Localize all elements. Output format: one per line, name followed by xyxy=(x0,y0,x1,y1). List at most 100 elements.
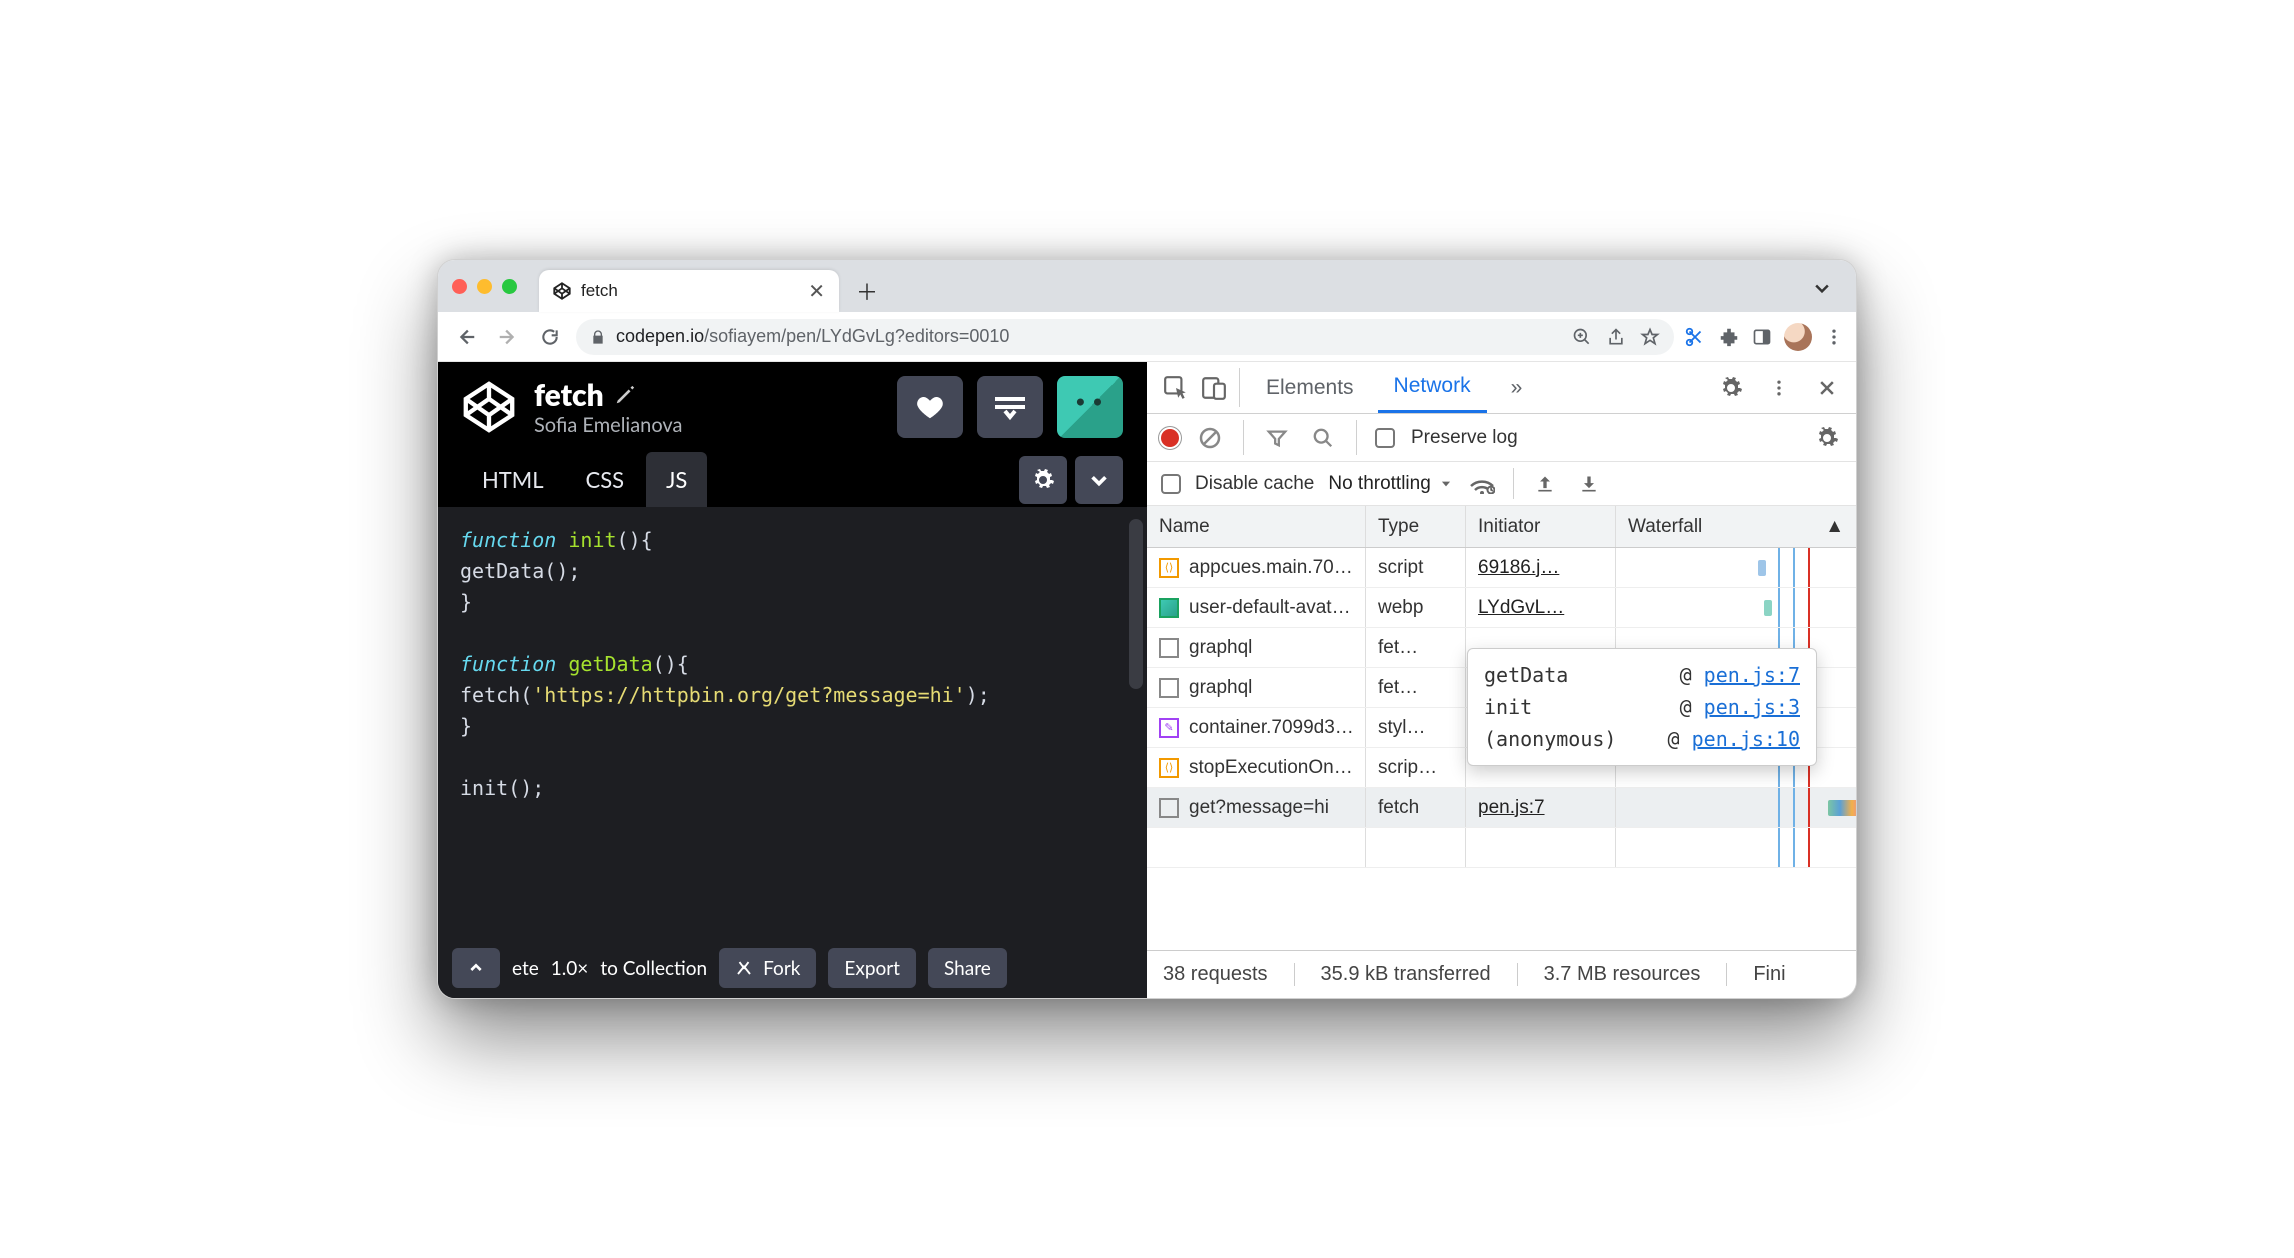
close-tab-icon[interactable]: ✕ xyxy=(808,279,825,304)
tab-css[interactable]: CSS xyxy=(566,452,645,507)
edit-title-icon[interactable] xyxy=(614,384,636,406)
script-file-icon: ⟨⟩ xyxy=(1159,758,1179,778)
pen-author: Sofia Emelianova xyxy=(534,413,682,437)
inspect-element-icon[interactable] xyxy=(1161,373,1191,403)
col-name[interactable]: Name xyxy=(1147,506,1366,547)
editor-layout-button[interactable] xyxy=(977,376,1043,438)
fork-button[interactable]: Fork xyxy=(719,948,816,988)
request-type: fet… xyxy=(1366,628,1466,667)
throttling-label: No throttling xyxy=(1328,473,1430,495)
stack-link[interactable]: pen.js:7 xyxy=(1704,663,1800,687)
share-icon[interactable] xyxy=(1606,327,1626,347)
initiator-link[interactable]: pen.js:7 xyxy=(1478,797,1545,819)
toolbar-right xyxy=(1684,323,1844,351)
tab-more[interactable]: » xyxy=(1495,362,1539,413)
record-button[interactable] xyxy=(1161,429,1179,447)
preserve-log-checkbox[interactable] xyxy=(1375,428,1395,448)
zoom-icon[interactable] xyxy=(1572,327,1592,347)
devtools-settings-icon[interactable] xyxy=(1716,373,1746,403)
bookmark-star-icon[interactable] xyxy=(1640,327,1660,347)
codepen-footer: ete 1.0× to Collection Fork Export Share xyxy=(438,938,1147,998)
like-button[interactable] xyxy=(897,376,963,438)
browser-tab[interactable]: fetch ✕ xyxy=(539,270,839,312)
editor-scrollbar[interactable] xyxy=(1129,519,1143,689)
omnibox-actions xyxy=(1572,327,1660,347)
tab-list-button[interactable] xyxy=(1802,268,1842,308)
editor-settings-button[interactable] xyxy=(1019,456,1067,504)
devtools-menu-icon[interactable] xyxy=(1764,373,1794,403)
devtools-tabs: Elements Network » xyxy=(1147,362,1856,414)
editor-tabs: HTML CSS JS xyxy=(438,452,1147,507)
img-file-icon xyxy=(1159,598,1179,618)
network-toolbar: Preserve log xyxy=(1147,414,1856,462)
url-text: codepen.io/sofiayem/pen/LYdGvLg?editors=… xyxy=(616,326,1009,347)
close-window-button[interactable] xyxy=(452,279,467,294)
script-file-icon: ⟨⟩ xyxy=(1159,558,1179,578)
new-tab-button[interactable]: ＋ xyxy=(849,273,885,309)
network-status-bar: 38 requests 35.9 kB transferred 3.7 MB r… xyxy=(1147,950,1856,998)
device-toggle-icon[interactable] xyxy=(1199,373,1229,403)
toolbar: codepen.io/sofiayem/pen/LYdGvLg?editors=… xyxy=(438,312,1856,362)
editor-collapse-button[interactable] xyxy=(1075,456,1123,504)
col-initiator[interactable]: Initiator xyxy=(1466,506,1616,547)
download-har-icon[interactable] xyxy=(1574,469,1604,499)
search-icon[interactable] xyxy=(1308,423,1338,453)
stack-link[interactable]: pen.js:10 xyxy=(1692,727,1800,751)
network-row[interactable]: ⟨⟩appcues.main.70…script69186.j… xyxy=(1147,548,1856,588)
code-editor[interactable]: function init(){ getData();} function ge… xyxy=(438,507,1147,938)
scissors-icon[interactable] xyxy=(1684,326,1706,348)
tab-js[interactable]: JS xyxy=(646,452,707,507)
lock-icon xyxy=(590,329,606,345)
network-row[interactable]: get?message=hifetchpen.js:7 xyxy=(1147,788,1856,828)
console-toggle-button[interactable] xyxy=(452,948,500,988)
clear-icon[interactable] xyxy=(1195,423,1225,453)
menu-icon[interactable] xyxy=(1824,327,1844,347)
filter-icon[interactable] xyxy=(1262,423,1292,453)
tab-elements[interactable]: Elements xyxy=(1250,362,1370,413)
upload-har-icon[interactable] xyxy=(1530,469,1560,499)
blank-file-icon xyxy=(1159,638,1179,658)
initiator-link[interactable]: 69186.j… xyxy=(1478,557,1559,579)
request-name: get?message=hi xyxy=(1189,797,1329,819)
layout-icon xyxy=(993,393,1027,421)
profile-avatar[interactable] xyxy=(1784,323,1812,351)
reload-button[interactable] xyxy=(534,321,566,353)
zoom-level[interactable]: 1.0× xyxy=(551,957,589,980)
stack-link[interactable]: pen.js:3 xyxy=(1704,695,1800,719)
pen-title: fetch xyxy=(534,377,604,413)
export-button[interactable]: Export xyxy=(828,948,916,988)
extensions-icon[interactable] xyxy=(1718,326,1740,348)
col-type[interactable]: Type xyxy=(1366,506,1466,547)
share-button[interactable]: Share xyxy=(928,948,1007,988)
chevron-up-icon xyxy=(468,956,484,980)
network-conditions-icon[interactable] xyxy=(1467,469,1497,499)
user-avatar[interactable] xyxy=(1057,376,1123,438)
stack-frame: (anonymous)@ pen.js:10 xyxy=(1484,723,1800,755)
initiator-link[interactable]: LYdGvL… xyxy=(1478,597,1564,619)
network-row[interactable]: user-default-avat…webpLYdGvL… xyxy=(1147,588,1856,628)
back-button[interactable] xyxy=(450,321,482,353)
tab-html[interactable]: HTML xyxy=(462,452,564,507)
request-name: user-default-avat… xyxy=(1189,597,1351,619)
side-panel-icon[interactable] xyxy=(1752,327,1772,347)
tabstrip: fetch ✕ ＋ xyxy=(438,260,1856,312)
request-name: container.7099d3… xyxy=(1189,717,1354,739)
disable-cache-checkbox[interactable] xyxy=(1161,474,1181,494)
forward-button[interactable] xyxy=(492,321,524,353)
minimize-window-button[interactable] xyxy=(477,279,492,294)
tab-network[interactable]: Network xyxy=(1378,362,1487,413)
network-table: ⟨⟩appcues.main.70…script69186.j…user-def… xyxy=(1147,548,1856,950)
blank-file-icon xyxy=(1159,678,1179,698)
add-to-collection[interactable]: to Collection xyxy=(600,957,707,980)
network-settings-icon[interactable] xyxy=(1812,423,1842,453)
codepen-panel: fetch Sofia Emelianova xyxy=(438,362,1147,998)
chevron-down-icon xyxy=(1088,469,1110,491)
devtools-close-icon[interactable] xyxy=(1812,373,1842,403)
avatar-face-icon xyxy=(1076,398,1104,417)
window-controls xyxy=(452,260,529,312)
throttling-select[interactable]: No throttling xyxy=(1328,473,1452,495)
address-bar[interactable]: codepen.io/sofiayem/pen/LYdGvLg?editors=… xyxy=(576,319,1674,355)
blank-file-icon xyxy=(1159,798,1179,818)
fullscreen-window-button[interactable] xyxy=(502,279,517,294)
col-waterfall[interactable]: Waterfall ▲ xyxy=(1616,506,1856,547)
